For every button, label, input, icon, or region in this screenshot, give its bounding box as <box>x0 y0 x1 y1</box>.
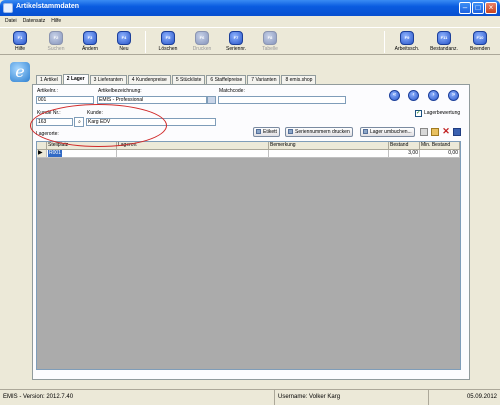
matchcode-field[interactable] <box>218 96 346 104</box>
title-bar: Artikelstammdaten – □ × <box>0 0 500 16</box>
delete-icon[interactable]: ✕ <box>442 127 450 136</box>
tab-stueckliste[interactable]: 5 Stückliste <box>171 75 206 84</box>
row-indicator-icon: ▶ <box>37 150 47 158</box>
artikelnr-label: Artikelnr.: <box>37 88 58 94</box>
close-button[interactable]: × <box>485 2 497 14</box>
arbeitssch-button[interactable]: F9 Arbeitssch. <box>389 29 425 54</box>
aendern-button[interactable]: F3 Ändern <box>72 29 108 54</box>
minimize-button[interactable]: – <box>459 2 471 14</box>
artikelnr-field[interactable]: 001 <box>36 96 94 104</box>
column-header-min-bestand[interactable]: Min. Bestand <box>420 142 460 150</box>
menu-datei[interactable]: Datei <box>5 18 17 24</box>
previous-record-icon[interactable]: ‹ <box>408 90 419 101</box>
tab-kundenpreise[interactable]: 4 Kundenpreise <box>127 75 171 84</box>
kunde-label: Kunde: <box>87 110 103 116</box>
tabelle-button[interactable]: F8 Tabelle <box>252 29 288 54</box>
grid-header: Stellplatz Lagerort Bemerkung Bestand Mi… <box>37 142 460 150</box>
row-indicator-header <box>37 142 47 150</box>
table-row[interactable]: ▶ R001 3,00 0,00 <box>37 150 460 158</box>
transfer-icon <box>363 129 368 134</box>
tab-lieferanten[interactable]: 3 Lieferanten <box>89 75 127 84</box>
toolbar-separator <box>384 31 385 53</box>
printer-icon <box>288 129 293 134</box>
lagerbewertung-label: Lagerbewertung <box>424 110 461 116</box>
tab-lager[interactable]: 2 Lager <box>62 74 89 84</box>
bezeichnung-dropdown-icon[interactable] <box>207 96 216 104</box>
status-version: EMIS - Version: 2012.7.40 <box>0 390 275 405</box>
hilfe-button[interactable]: F1 Hilfe <box>2 29 38 54</box>
etikett-button[interactable]: Etikett <box>253 127 280 137</box>
cell-stellplatz[interactable]: R001 <box>47 150 117 158</box>
maximize-button[interactable]: □ <box>472 2 484 14</box>
seriennummern-drucken-button[interactable]: Seriennummern drucken <box>285 127 353 137</box>
column-header-lagerort[interactable]: Lagerort <box>117 142 269 150</box>
column-header-bemerkung[interactable]: Bemerkung <box>269 142 389 150</box>
tab-emis-shop[interactable]: 8 emis.shop <box>281 75 317 84</box>
neu-button[interactable]: F4 Neu <box>106 29 142 54</box>
menu-datensatz[interactable]: Datensatz <box>23 18 46 24</box>
search-icon[interactable]: ⌕ <box>74 117 84 127</box>
toolbar-separator <box>145 31 146 53</box>
first-record-icon[interactable]: « <box>389 90 400 101</box>
matchcode-label: Matchcode: <box>219 88 245 94</box>
cell-bemerkung[interactable] <box>269 150 389 158</box>
lager-umbuchen-button[interactable]: Lager umbuchen... <box>360 127 415 137</box>
tab-artikel[interactable]: 1 Artikel <box>36 75 62 84</box>
kunde-field[interactable]: Karg EDV <box>86 118 216 126</box>
edit-icon[interactable] <box>431 128 439 136</box>
last-record-icon[interactable]: » <box>448 90 459 101</box>
menu-hilfe[interactable]: Hilfe <box>51 18 61 24</box>
column-header-bestand[interactable]: Bestand <box>389 142 420 150</box>
column-header-stellplatz[interactable]: Stellplatz <box>47 142 117 150</box>
beenden-button[interactable]: F10 Beenden <box>462 29 498 54</box>
lagerbewertung-checkbox[interactable]: ✓ <box>415 110 422 117</box>
save-icon[interactable] <box>453 128 461 136</box>
status-bar: EMIS - Version: 2012.7.40 Username: Volk… <box>0 389 500 405</box>
next-record-icon[interactable]: › <box>428 90 439 101</box>
toolbar: F1 Hilfe F2 Suchen F3 Ändern F4 Neu F5 Lösche… <box>0 27 500 55</box>
status-user: Username: Volker Karg <box>275 390 429 405</box>
copy-icon[interactable] <box>420 128 428 136</box>
lagerorte-label: Lagerorte: <box>36 131 59 137</box>
suchen-button[interactable]: F2 Suchen <box>38 29 74 54</box>
bezeichnung-field[interactable]: EMIS - Professional <box>97 96 207 104</box>
cell-lagerort[interactable] <box>117 150 269 158</box>
label-icon <box>256 129 261 134</box>
kundenr-field[interactable]: 163 <box>36 118 73 126</box>
tab-staffelpreise[interactable]: 6 Staffelpreise <box>206 75 247 84</box>
drucken-button[interactable]: F6 Drucken <box>184 29 220 54</box>
window-title: Artikelstammdaten <box>16 3 80 10</box>
tab-strip: 1 Artikel 2 Lager 3 Lieferanten 4 Kunden… <box>36 74 317 84</box>
bezeichnung-label: Artikelbezeichnung: <box>98 88 142 94</box>
loeschen-button[interactable]: F5 Löschen <box>150 29 186 54</box>
tab-varianten[interactable]: 7 Varianten <box>247 75 281 84</box>
kundenr-label: Kunde Nr.: <box>37 110 61 116</box>
bestandanz-button[interactable]: F11 Bestandanz. <box>426 29 462 54</box>
cell-bestand[interactable]: 3,00 <box>389 150 420 158</box>
status-date: 05.09.2012 <box>466 394 497 400</box>
app-icon <box>3 3 13 13</box>
emis-logo: e <box>10 62 30 82</box>
menu-bar: Datei Datensatz Hilfe <box>0 16 500 26</box>
seriennr-button[interactable]: F7 Seriennr. <box>218 29 254 54</box>
cell-min-bestand[interactable]: 0,00 <box>420 150 460 158</box>
lagerorte-grid: Stellplatz Lagerort Bemerkung Bestand Mi… <box>36 141 461 370</box>
